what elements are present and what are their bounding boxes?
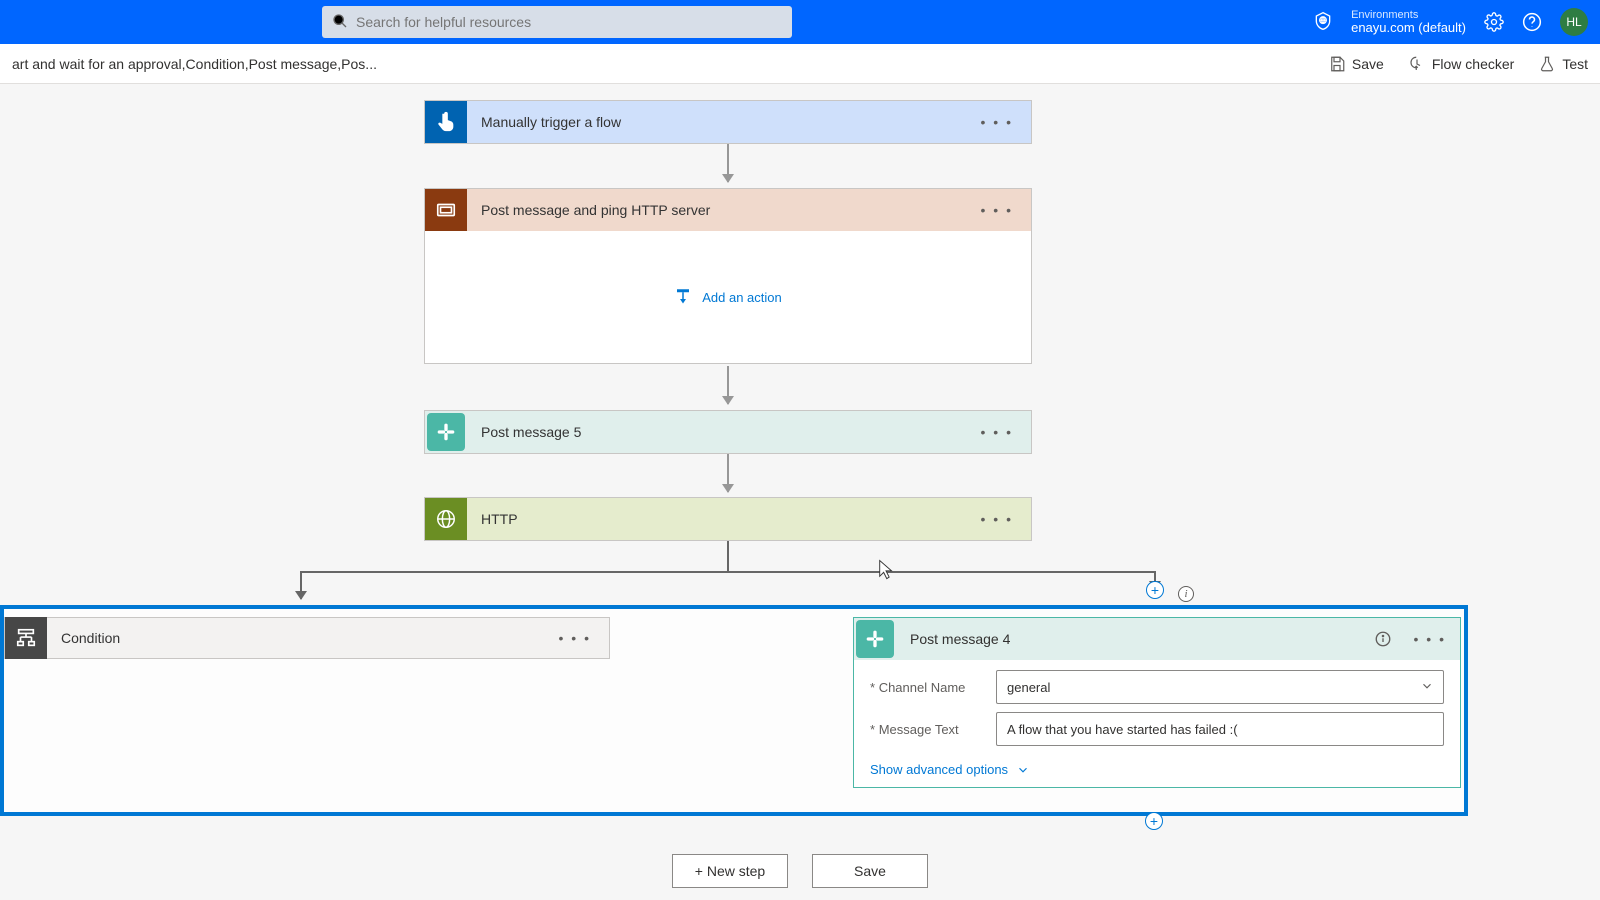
- info-icon[interactable]: i: [1178, 586, 1194, 602]
- trigger-menu-icon[interactable]: • • •: [977, 110, 1017, 134]
- message-text-value: A flow that you have started has failed …: [996, 712, 1444, 746]
- globe-icon: [425, 498, 467, 540]
- search-icon: [332, 13, 348, 32]
- environment-icon[interactable]: [1313, 11, 1333, 34]
- slack-icon: [856, 620, 894, 658]
- new-step-button[interactable]: + New step: [672, 854, 788, 888]
- branch-connector: [727, 541, 729, 571]
- message-text-label: * Message Text: [870, 722, 982, 737]
- http-menu-icon[interactable]: • • •: [977, 507, 1017, 531]
- save-flow-button[interactable]: Save: [812, 854, 928, 888]
- branch-connector: [300, 571, 1156, 573]
- scope-title: Post message and ping HTTP server: [481, 202, 963, 218]
- environments-label: Environments: [1351, 9, 1466, 21]
- help-icon[interactable]: [1522, 12, 1542, 32]
- condition-menu-icon[interactable]: • • •: [555, 626, 595, 650]
- add-branch-button[interactable]: +: [1146, 581, 1164, 599]
- connector-arrow: [727, 144, 729, 182]
- message-text-input[interactable]: A flow that you have started has failed …: [996, 712, 1444, 746]
- condition-step[interactable]: Condition • • •: [4, 617, 610, 659]
- chevron-down-icon: [1420, 679, 1434, 696]
- post5-title: Post message 5: [481, 424, 963, 440]
- info-icon[interactable]: [1370, 626, 1396, 652]
- command-bar: art and wait for an approval,Condition,P…: [0, 44, 1600, 84]
- settings-icon[interactable]: [1484, 12, 1504, 32]
- post5-menu-icon[interactable]: • • •: [977, 420, 1017, 444]
- bottom-buttons: + New step Save: [0, 854, 1600, 888]
- scope-body: Add an action: [425, 231, 1031, 363]
- top-right: Environments enayu.com (default) HL: [1313, 8, 1588, 36]
- post4-menu-icon[interactable]: • • •: [1410, 627, 1450, 651]
- search-input[interactable]: [356, 14, 782, 30]
- test-label: Test: [1562, 56, 1588, 72]
- condition-icon: [5, 617, 47, 659]
- condition-title: Condition: [61, 630, 541, 646]
- top-bar: Environments enayu.com (default) HL: [0, 0, 1600, 44]
- add-step-button[interactable]: +: [1145, 812, 1163, 830]
- http-title: HTTP: [481, 511, 963, 527]
- post-message-5-step[interactable]: Post message 5 • • •: [424, 410, 1032, 454]
- http-step[interactable]: HTTP • • •: [424, 497, 1032, 541]
- breadcrumb: art and wait for an approval,Condition,P…: [12, 56, 377, 72]
- environment-selector[interactable]: Environments enayu.com (default): [1351, 9, 1466, 35]
- flow-checker-button[interactable]: Flow checker: [1408, 55, 1514, 73]
- search-container[interactable]: [322, 6, 792, 38]
- scope-menu-icon[interactable]: • • •: [977, 198, 1017, 222]
- flow-checker-label: Flow checker: [1432, 56, 1514, 72]
- advanced-options-label: Show advanced options: [870, 762, 1008, 777]
- trigger-step[interactable]: Manually trigger a flow • • •: [424, 100, 1032, 144]
- slack-icon: [427, 413, 465, 451]
- channel-name-label: * Channel Name: [870, 680, 982, 695]
- parallel-container: Condition • • • Post message 4 • • • * C…: [0, 605, 1468, 816]
- save-label: Save: [1352, 56, 1384, 72]
- test-button[interactable]: Test: [1538, 55, 1588, 73]
- flow-canvas: Manually trigger a flow • • • Post messa…: [0, 84, 1600, 900]
- post4-title: Post message 4: [910, 631, 1356, 647]
- connector-arrow: [727, 366, 729, 404]
- touch-icon: [425, 101, 467, 143]
- chevron-down-icon: [1016, 763, 1030, 777]
- post-message-4-step[interactable]: Post message 4 • • • * Channel Name gene…: [853, 617, 1461, 788]
- branch-connector: [300, 571, 302, 599]
- save-button[interactable]: Save: [1328, 55, 1384, 73]
- scope-step[interactable]: Post message and ping HTTP server • • • …: [424, 188, 1032, 364]
- channel-name-value: general: [996, 670, 1444, 704]
- connector-arrow: [727, 454, 729, 492]
- add-action-icon[interactable]: [674, 287, 692, 308]
- trigger-title: Manually trigger a flow: [481, 114, 963, 130]
- scope-icon: [425, 189, 467, 231]
- show-advanced-options[interactable]: Show advanced options: [854, 760, 1460, 787]
- avatar[interactable]: HL: [1560, 8, 1588, 36]
- environment-name: enayu.com (default): [1351, 21, 1466, 35]
- channel-name-select[interactable]: general: [996, 670, 1444, 704]
- add-action-label[interactable]: Add an action: [702, 290, 782, 305]
